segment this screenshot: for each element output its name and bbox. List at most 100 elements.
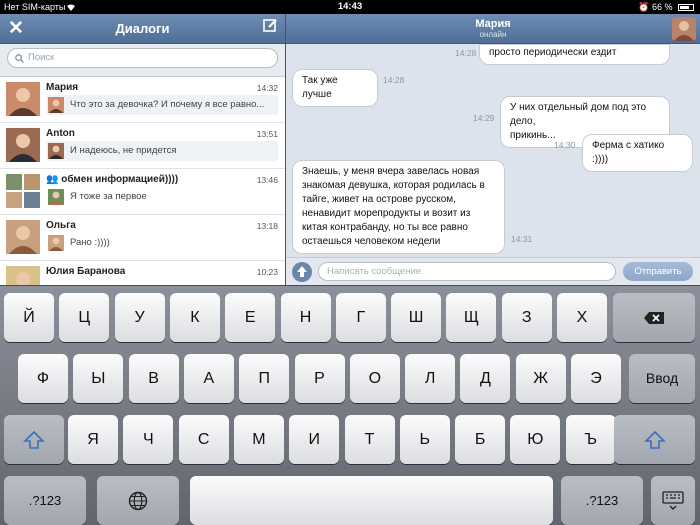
backspace-icon [644, 312, 664, 325]
dialog-time: 14:32 [256, 83, 278, 93]
dialog-list: Мария 14:32 Что это за девочка? И почему я… [0, 77, 285, 285]
dialog-avatar[interactable] [6, 266, 40, 285]
key-letter[interactable]: М [233, 415, 284, 464]
search-input[interactable]: Поиск [7, 48, 278, 68]
key-letter[interactable]: Ф [18, 354, 68, 403]
shift-key-right[interactable] [614, 415, 695, 464]
message-line: У них отдельный дом под это дело, [510, 102, 647, 127]
message-time: 14:29 [473, 113, 495, 123]
dialog-name: Юлия Баранова [46, 266, 126, 277]
message-line: Знаешь, у меня вчера завелась новая [302, 166, 480, 177]
dialogs-panel: ✕ Диалоги Поиск Мария 14:32 Что это за дев… [0, 14, 285, 285]
key-letter[interactable]: Е [225, 293, 276, 342]
globe-key[interactable] [97, 476, 179, 525]
message-placeholder: Написать сообщение [327, 266, 422, 277]
dialog-name: Ольга [46, 220, 76, 231]
compose-bar: Написать сообщение Отправить [286, 257, 700, 285]
key-letter[interactable]: Ю [510, 415, 561, 464]
send-button[interactable]: Отправить [623, 262, 693, 281]
dialog-sender-avatar [48, 189, 64, 205]
upload-arrow-icon [297, 266, 307, 277]
shift-icon [23, 431, 45, 450]
dialog-row[interactable]: Юлия Баранова 10:23 [0, 261, 285, 285]
message-time: 14:30 [554, 140, 576, 150]
chat-header: Мария онлайн [286, 14, 700, 44]
message-time: 14:28 [383, 75, 405, 85]
chat-avatar[interactable] [672, 17, 696, 41]
search-icon [15, 54, 24, 63]
battery-fill [680, 6, 690, 9]
battery-icon [678, 4, 694, 11]
key-letter[interactable]: Г [335, 293, 386, 342]
dialog-name: 👥 обмен информацией)))) [46, 174, 179, 185]
dialog-avatar[interactable] [6, 174, 40, 208]
key-letter[interactable]: К [169, 293, 220, 342]
message-input[interactable]: Написать сообщение [318, 262, 616, 281]
search-placeholder: Поиск [28, 52, 55, 63]
dialog-row[interactable]: Ольга 13:18 Рано :)))) [0, 215, 285, 261]
dialog-row[interactable]: Мария 14:32 Что это за девочка? И почему я… [0, 77, 285, 123]
dialog-avatar[interactable] [6, 128, 40, 162]
compose-icon[interactable] [263, 18, 278, 33]
alarm-icon: ⏰ [638, 2, 650, 12]
dialog-time: 13:51 [256, 129, 278, 139]
dialog-time: 13:46 [256, 175, 278, 185]
message-time: 14:28 [455, 48, 477, 58]
key-letter[interactable]: О [349, 354, 400, 403]
key-letter[interactable]: Ч [123, 415, 174, 464]
key-letter[interactable]: И [289, 415, 340, 464]
key-letter[interactable]: Ж [515, 354, 566, 403]
hide-keyboard-key[interactable] [651, 476, 695, 525]
numbers-key-right[interactable]: .?123 [561, 476, 643, 525]
key-letter[interactable]: Ы [73, 354, 124, 403]
key-letter[interactable]: Р [294, 354, 345, 403]
key-letter[interactable]: Ц [59, 293, 110, 342]
keyboard: Й Ц У К Е Н Г Ш Щ З Х Ф Ы В А П Р О Л Д Ж Э Ввод Я Ч С М И Т Ь Б Ю Ъ .?12… [0, 285, 700, 525]
message-bubble: Знаешь, у меня вчера завелась новая знако… [292, 160, 505, 254]
key-letter[interactable]: С [178, 415, 229, 464]
search-bar: Поиск [0, 44, 285, 77]
chat-contact-name: Мария [475, 18, 511, 30]
numbers-key-left[interactable]: .?123 [4, 476, 86, 525]
key-letter[interactable]: Ь [399, 415, 450, 464]
dialog-row[interactable]: Anton 13:51 И надеюсь, не придется [0, 123, 285, 169]
key-letter[interactable]: Э [571, 354, 621, 403]
dialog-row[interactable]: 👥 обмен информацией)))) 13:46 Я тоже за пе… [0, 169, 285, 215]
dialog-avatar[interactable] [6, 82, 40, 116]
key-letter[interactable]: Я [68, 415, 118, 464]
key-letter[interactable]: Д [460, 354, 511, 403]
key-letter[interactable]: Й [4, 293, 54, 342]
dialog-avatar[interactable] [6, 220, 40, 254]
key-letter[interactable]: А [183, 354, 234, 403]
key-letter[interactable]: Ъ [565, 415, 616, 464]
key-letter[interactable]: Щ [446, 293, 497, 342]
attach-button[interactable] [292, 262, 312, 282]
message-bubble: просто периодически ездит [479, 44, 670, 65]
key-letter[interactable]: П [239, 354, 290, 403]
globe-icon [128, 492, 148, 511]
space-key[interactable] [190, 476, 553, 525]
key-letter[interactable]: В [128, 354, 179, 403]
shift-key-left[interactable] [4, 415, 64, 464]
key-letter[interactable]: У [114, 293, 165, 342]
message-line: тайге, живет на острове русском, [302, 194, 456, 205]
key-letter[interactable]: Т [344, 415, 395, 464]
backspace-key[interactable] [613, 293, 695, 342]
dialog-snippet: Я тоже за первое [70, 191, 147, 202]
message-line: Ферма с хатико :)))) [592, 140, 665, 165]
key-letter[interactable]: Н [280, 293, 331, 342]
shift-icon [643, 431, 666, 450]
key-letter[interactable]: Б [455, 415, 506, 464]
message-line: знакомая девушка, которая родилась в [302, 180, 485, 191]
key-letter[interactable]: З [501, 293, 552, 342]
message-line: остаешься человеком недели [302, 236, 441, 247]
dialog-sender-avatar [48, 97, 64, 113]
message-bubble: Так уже лучше [292, 69, 378, 107]
key-letter[interactable]: Л [405, 354, 456, 403]
keyboard-hide-icon [662, 491, 684, 511]
battery-label: 66 % [651, 2, 673, 12]
key-letter[interactable]: Ш [391, 293, 442, 342]
enter-key[interactable]: Ввод [629, 354, 695, 403]
chat-contact-status: онлайн [479, 30, 507, 39]
key-letter[interactable]: Х [557, 293, 607, 342]
